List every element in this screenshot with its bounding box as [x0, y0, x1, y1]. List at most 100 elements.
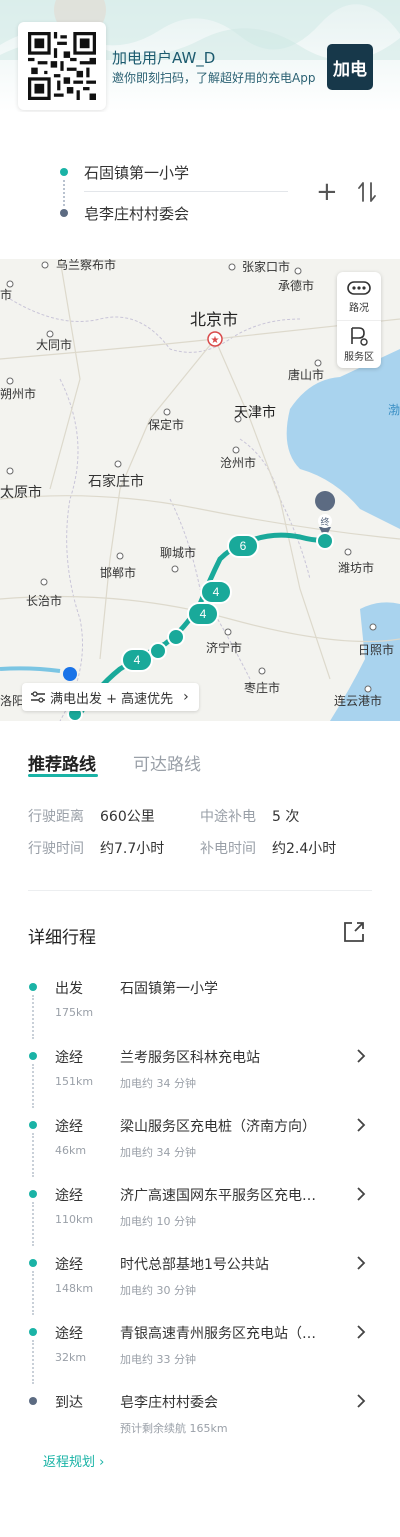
destination-marker[interactable]: 终 [315, 491, 336, 550]
itinerary-name: 青银高速青州服务区充电站（… [120, 1326, 316, 1342]
route-preference-button[interactable]: 满电出发 + 高速优先 › [22, 683, 199, 711]
itinerary-connector [32, 995, 34, 1039]
traffic-label: 路况 [349, 303, 369, 314]
itinerary-type: 到达 [55, 1395, 83, 1411]
charge-stop-4b[interactable]: 4 [187, 602, 219, 626]
drive-time-label: 行驶时间 [28, 841, 84, 857]
end-marker-label: 终 [320, 516, 329, 528]
chevron-right-icon[interactable] [354, 1254, 368, 1272]
charge-stop-4a[interactable]: 4 [200, 580, 232, 604]
city-label-capital: 北京市 [190, 311, 238, 329]
distance-label: 行驶距离 [28, 809, 84, 825]
sea-label: 渤 [388, 403, 400, 417]
city-label: 聊城市 [160, 545, 196, 560]
return-trip-link[interactable]: 返程规划 › [43, 1451, 104, 1470]
chevron-right-icon[interactable] [354, 1392, 368, 1410]
itinerary-km: 32km [55, 1351, 87, 1364]
start-location-field[interactable]: 石固镇第一小学 [84, 162, 189, 183]
city-label: 潍坊市 [338, 560, 374, 575]
active-tab-indicator [28, 774, 98, 777]
drive-time-value: 约7.7小时 [100, 841, 165, 857]
itinerary-connector [32, 1133, 34, 1177]
service-area-icon [351, 327, 368, 346]
itinerary-km: 148km [55, 1282, 94, 1295]
tab-recommended-route[interactable]: 推荐路线 [28, 750, 96, 775]
charges-value: 5 次 [272, 809, 300, 825]
chevron-right-icon: › [183, 689, 189, 705]
app-logo-text: 加电 [333, 59, 367, 80]
charge-stop-4c[interactable]: 4 [121, 648, 153, 672]
itinerary-type: 途经 [55, 1050, 83, 1066]
traffic-button[interactable]: 路况 [337, 272, 381, 320]
itinerary-name: 时代总部基地1号公共站 [120, 1257, 269, 1273]
itinerary-charge-time: 加电约 33 分钟 [120, 1353, 196, 1366]
city-label: 济宁市 [206, 640, 242, 655]
city-label: 乌兰察布市 [56, 259, 116, 272]
city-label: 朔州市 [0, 386, 36, 401]
itinerary-km: 46km [55, 1144, 87, 1157]
route-input-panel: 石固镇第一小学 皂李庄村村委会 + [0, 150, 400, 238]
city-label: 石家庄市 [88, 473, 144, 489]
qr-code [18, 22, 106, 110]
city-label: 连云港市 [334, 693, 382, 708]
itinerary-connector [32, 1064, 34, 1108]
tab-reachable-route[interactable]: 可达路线 [133, 750, 201, 775]
city-label: 市 [0, 287, 12, 302]
chevron-right-icon[interactable] [354, 1185, 368, 1203]
swap-icon[interactable] [356, 180, 378, 204]
itinerary-name: 兰考服务区科林充电站 [120, 1050, 260, 1066]
city-label: 大同市 [36, 337, 72, 352]
end-location-field[interactable]: 皂李庄村村委会 [84, 203, 189, 224]
city-label: 张家口市 [242, 259, 290, 274]
charge-stop-label: 4 [213, 585, 220, 599]
city-label: 枣庄市 [244, 680, 280, 695]
current-location-dot [63, 667, 77, 681]
chevron-right-icon[interactable] [354, 1047, 368, 1065]
plus-icon[interactable]: + [316, 179, 338, 205]
itinerary-dot [29, 1259, 37, 1267]
itinerary-charge-time: 加电约 10 分钟 [120, 1215, 196, 1228]
itinerary-type: 途经 [55, 1119, 83, 1135]
itinerary-dot [29, 1190, 37, 1198]
banner-title: 加电用户AW_D [112, 49, 216, 67]
city-label: 沧州市 [220, 455, 256, 470]
itinerary-type: 途经 [55, 1257, 83, 1273]
itinerary-name: 济广高速国网东平服务区充电… [120, 1188, 316, 1204]
charge-stop-6[interactable]: 6 [227, 534, 259, 558]
charge-stop-label: 6 [240, 539, 247, 553]
city-label: 长治市 [26, 593, 62, 608]
share-icon[interactable] [342, 920, 366, 944]
promo-banner[interactable]: 加电用户AW_D 邀你即刻扫码，了解超好用的充电App 加电 [0, 0, 400, 112]
service-area-button[interactable]: 服务区 [337, 320, 381, 368]
city-label: 天津市 [234, 404, 276, 420]
itinerary-type: 出发 [55, 981, 83, 997]
itinerary-name: 梁山服务区充电桩（济南方向） [120, 1119, 316, 1135]
chevron-right-icon: › [99, 1455, 105, 1470]
itinerary-connector [32, 1271, 34, 1315]
charge-stop-label: 4 [200, 607, 207, 621]
route-divider [84, 191, 288, 192]
banner-subtitle: 邀你即刻扫码，了解超好用的充电App [112, 71, 316, 85]
itinerary-title: 详细行程 [28, 928, 96, 948]
capital-star-glyph: ★ [211, 335, 220, 346]
chevron-right-icon[interactable] [354, 1116, 368, 1134]
itinerary-dot-end [29, 1397, 37, 1405]
route-connector-line [63, 180, 65, 206]
itinerary-dot [29, 1328, 37, 1336]
charge-time-value: 约2.4小时 [272, 841, 337, 857]
end-point-dot [60, 209, 68, 217]
charge-time-label: 补电时间 [200, 841, 256, 857]
waypoint-dot[interactable] [167, 628, 185, 646]
city-label: 日照市 [358, 642, 394, 657]
itinerary-connector [32, 1340, 34, 1384]
itinerary-name: 皂李庄村村委会 [120, 1395, 218, 1411]
service-area-label: 服务区 [344, 352, 374, 363]
itinerary-charge-time: 加电约 34 分钟 [120, 1146, 196, 1159]
remaining-range: 预计剩余续航 165km [120, 1422, 228, 1435]
return-trip-label: 返程规划 [43, 1455, 96, 1470]
city-label: 保定市 [148, 417, 184, 432]
map-controls: 路况 服务区 [337, 272, 381, 368]
city-label: 洛阳 [0, 693, 24, 708]
chevron-right-icon[interactable] [354, 1323, 368, 1341]
app-logo: 加电 [327, 44, 373, 90]
